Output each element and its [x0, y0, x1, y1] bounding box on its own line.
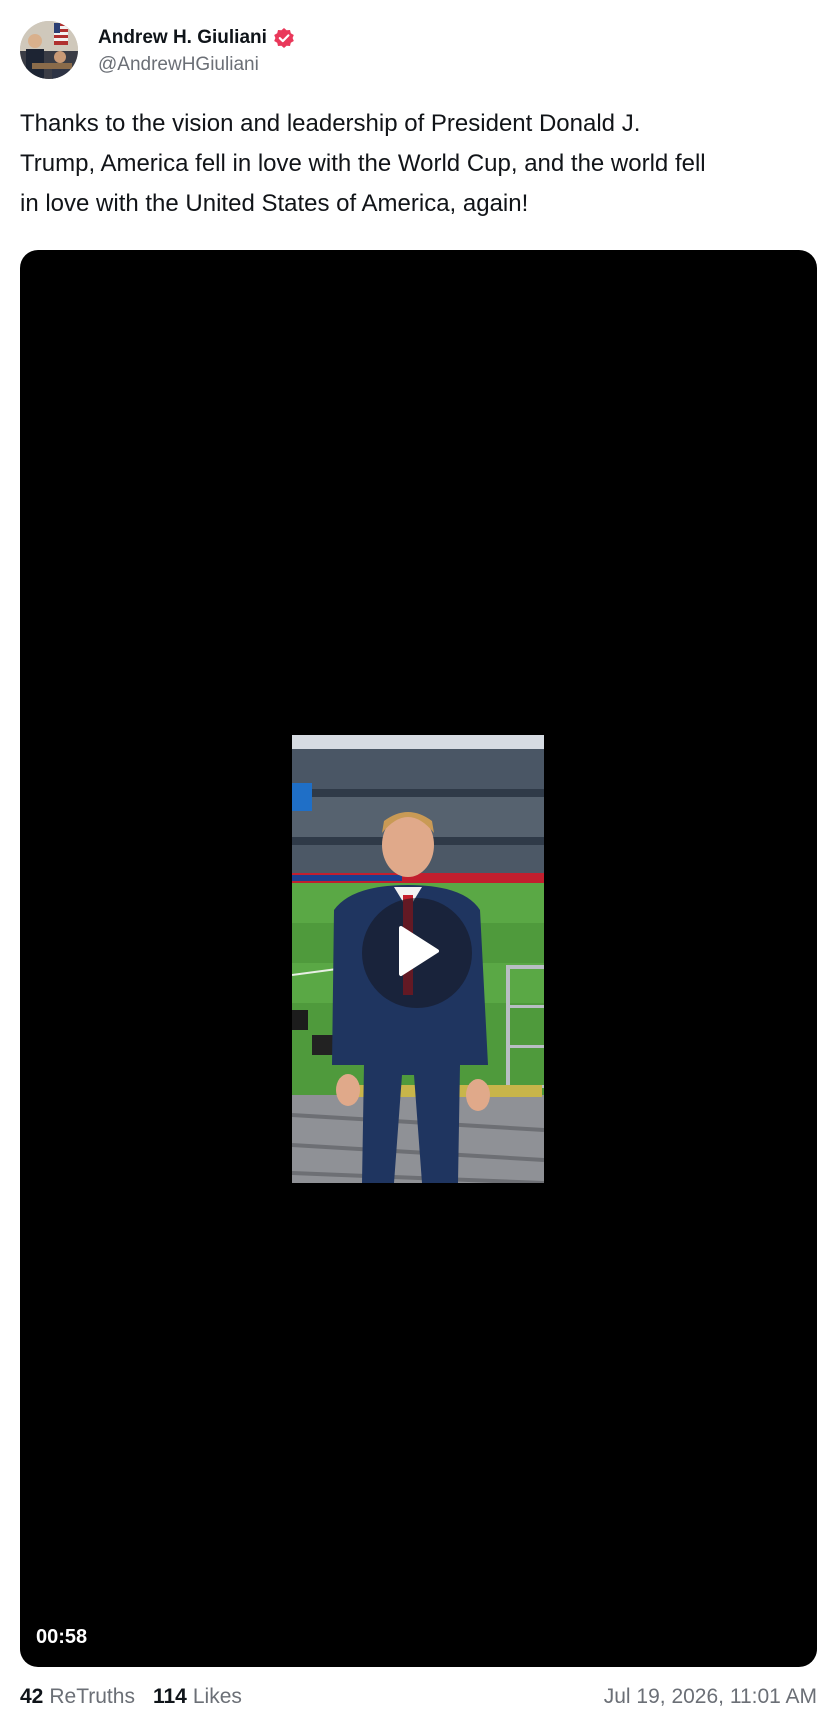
name-row: Andrew H. Giuliani	[98, 24, 295, 52]
author-identity: Andrew H. Giuliani @AndrewHGiuliani	[98, 24, 295, 76]
likes-count: 114	[152, 1685, 187, 1708]
retruths-count: 42	[20, 1685, 44, 1708]
likes-stat[interactable]: 114 Likes	[153, 1685, 242, 1709]
play-button[interactable]	[362, 898, 472, 1008]
post-footer: 42 ReTruths 114 Likes Jul 19, 2026, 11:0…	[20, 1680, 817, 1714]
video-player[interactable]: 00:58	[20, 250, 817, 1667]
author-display-name[interactable]: Andrew H. Giuliani	[98, 27, 267, 49]
post-timestamp[interactable]: Jul 19, 2026, 11:01 AM	[604, 1685, 817, 1709]
likes-label: Likes	[192, 1685, 242, 1708]
video-duration: 00:58	[36, 1626, 88, 1648]
verified-badge-icon	[273, 27, 295, 49]
post-header: Andrew H. Giuliani @AndrewHGiuliani	[20, 20, 295, 80]
play-icon	[393, 924, 441, 983]
retruths-label: ReTruths	[49, 1685, 135, 1708]
avatar[interactable]	[20, 21, 78, 79]
post-text: Thanks to the vision and leadership of P…	[20, 110, 706, 217]
author-handle[interactable]: @AndrewHGiuliani	[98, 54, 295, 76]
retruths-stat[interactable]: 42 ReTruths	[20, 1685, 135, 1709]
